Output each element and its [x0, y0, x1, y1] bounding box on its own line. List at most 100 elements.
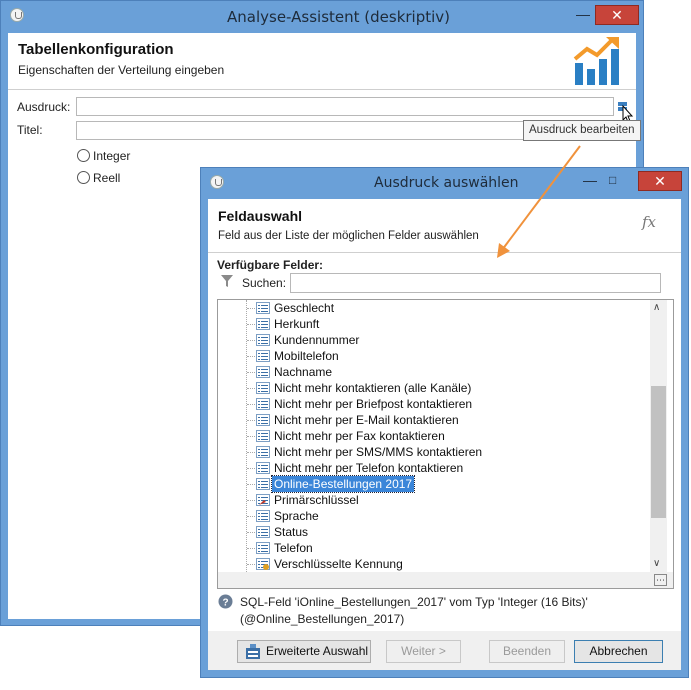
tree-item-label: Sprache	[274, 509, 319, 523]
field-icon	[256, 382, 270, 394]
page-subtitle: Eigenschaften der Verteilung eingeben	[18, 63, 225, 77]
encrypted-id-icon	[256, 558, 270, 570]
tree-item-label: Verschlüsselte Kennung	[274, 557, 403, 571]
edit-expression-tooltip: Ausdruck bearbeiten	[523, 120, 641, 141]
tree-connector	[247, 420, 255, 421]
fx-icon[interactable]: fx	[642, 213, 656, 231]
tree-item-label: Nicht mehr per Telefon kontaktieren	[274, 461, 464, 475]
advanced-selection-button[interactable]: Erweiterte Auswahl	[237, 640, 371, 663]
field-icon	[256, 462, 270, 474]
tree-item-label: Primärschlüssel	[274, 493, 359, 507]
advanced-selection-icon	[246, 644, 260, 659]
dialog-header-subtitle: Feld aus der Liste der möglichen Felder …	[218, 230, 479, 242]
tree-item-label: Nicht mehr kontaktieren (alle Kanäle)	[274, 381, 472, 395]
more-options-icon[interactable]: ⋯	[654, 574, 667, 586]
tree-item-label: Nicht mehr per Fax kontaktieren	[274, 429, 445, 443]
dialog-client-area: Feldauswahl Feld aus der Liste der mögli…	[208, 199, 681, 670]
tree-connector	[247, 452, 255, 453]
sql-field-info-line1: SQL-Feld 'iOnline_Bestellungen_2017' vom…	[240, 595, 588, 609]
tree-connector	[247, 436, 255, 437]
field-icon	[256, 526, 270, 538]
field-icon	[256, 350, 270, 362]
chart-growth-icon	[573, 37, 619, 85]
tree-item-label: Nicht mehr per SMS/MMS kontaktieren	[274, 445, 483, 459]
sql-field-info-line2: (@Online_Bestellungen_2017)	[240, 612, 405, 626]
dialog-app-icon	[210, 175, 224, 189]
select-expression-dialog: Ausdruck auswählen — □ ✕ Feldauswahl Fel…	[200, 167, 689, 678]
primary-key-icon	[256, 494, 270, 506]
tree-connector	[247, 340, 255, 341]
tree-scrollbar[interactable]: ∧ ∨	[650, 300, 667, 572]
fields-tree[interactable]: Geschlecht Herkunft Kundennummer Mobiltelef…	[217, 299, 674, 589]
svg-text:?: ?	[223, 598, 229, 609]
available-fields-label: Verfügbare Felder:	[217, 258, 324, 272]
tree-connector	[247, 308, 255, 309]
cancel-button[interactable]: Abbrechen	[574, 640, 663, 663]
tree-footer	[218, 572, 673, 588]
tree-connector	[247, 500, 255, 501]
tree-item-label: Herkunft	[274, 317, 320, 331]
scrollbar-thumb[interactable]	[651, 386, 666, 518]
finish-button[interactable]: Beenden	[489, 640, 565, 663]
tree-connector	[247, 516, 255, 517]
field-icon	[256, 366, 270, 378]
tree-connector	[247, 324, 255, 325]
tree-connector	[247, 564, 255, 565]
field-icon	[256, 478, 270, 490]
dialog-header-title: Feldauswahl	[218, 208, 303, 224]
page-title: Tabellenkonfiguration	[18, 41, 174, 58]
advanced-selection-label: Erweiterte Auswahl	[266, 644, 369, 658]
field-icon	[256, 414, 270, 426]
search-input[interactable]	[290, 273, 661, 293]
main-header: Tabellenkonfiguration Eigenschaften der …	[8, 33, 636, 89]
tree-item-label: Geschlecht	[274, 301, 335, 315]
tree-connector	[247, 532, 255, 533]
tree-item-label: Nicht mehr per Briefpost kontaktieren	[274, 397, 473, 411]
field-icon	[256, 430, 270, 442]
search-label: Suchen:	[242, 276, 287, 290]
help-icon: ?	[218, 594, 233, 609]
tree-connector	[247, 548, 255, 549]
minimize-icon[interactable]: —	[576, 6, 590, 22]
dialog-title: Ausdruck auswählen	[374, 175, 519, 191]
tree-item-label: Online-Bestellungen 2017	[270, 475, 416, 493]
integer-radio-label: Integer	[93, 149, 131, 163]
main-window-title: Analyse-Assistent (deskriptiv)	[227, 8, 451, 26]
tree-item-label: Status	[274, 525, 309, 539]
field-icon	[256, 542, 270, 554]
field-icon	[256, 510, 270, 522]
tree-item-label: Mobiltelefon	[274, 349, 339, 363]
expression-input[interactable]	[76, 97, 614, 116]
tree-connector	[247, 404, 255, 405]
filter-icon	[221, 275, 233, 287]
header-divider	[8, 89, 636, 90]
expression-label: Ausdruck:	[17, 100, 71, 114]
tree-connector	[247, 468, 255, 469]
scroll-up-icon[interactable]: ∧	[653, 302, 660, 313]
field-icon	[256, 398, 270, 410]
main-titlebar[interactable]: Analyse-Assistent (deskriptiv) — ✕	[1, 1, 643, 33]
tree-connector	[247, 356, 255, 357]
tree-connector	[247, 484, 255, 485]
tree-item-label: Kundennummer	[274, 333, 360, 347]
tree-item-label: Telefon	[274, 541, 313, 555]
tree-item-label: Nachname	[274, 365, 333, 379]
tree-item-label: Nicht mehr per E-Mail kontaktieren	[274, 413, 459, 427]
field-icon	[256, 318, 270, 330]
scroll-down-icon[interactable]: ∨	[653, 558, 660, 569]
tree-connector	[247, 388, 255, 389]
field-icon	[256, 302, 270, 314]
dialog-minimize-icon[interactable]: —	[583, 172, 597, 188]
title-label: Titel:	[17, 123, 43, 137]
dialog-button-bar: Erweiterte Auswahl Weiter > Beenden Abbr…	[208, 631, 681, 670]
dialog-header-divider	[208, 252, 681, 253]
field-icon	[256, 446, 270, 458]
dialog-maximize-icon[interactable]: □	[609, 173, 616, 187]
next-button[interactable]: Weiter >	[386, 640, 461, 663]
real-radio[interactable]	[77, 171, 90, 184]
field-icon	[256, 334, 270, 346]
app-icon	[10, 8, 24, 22]
close-button[interactable]: ✕	[595, 5, 639, 25]
integer-radio[interactable]	[77, 149, 90, 162]
dialog-close-button[interactable]: ✕	[638, 171, 682, 191]
